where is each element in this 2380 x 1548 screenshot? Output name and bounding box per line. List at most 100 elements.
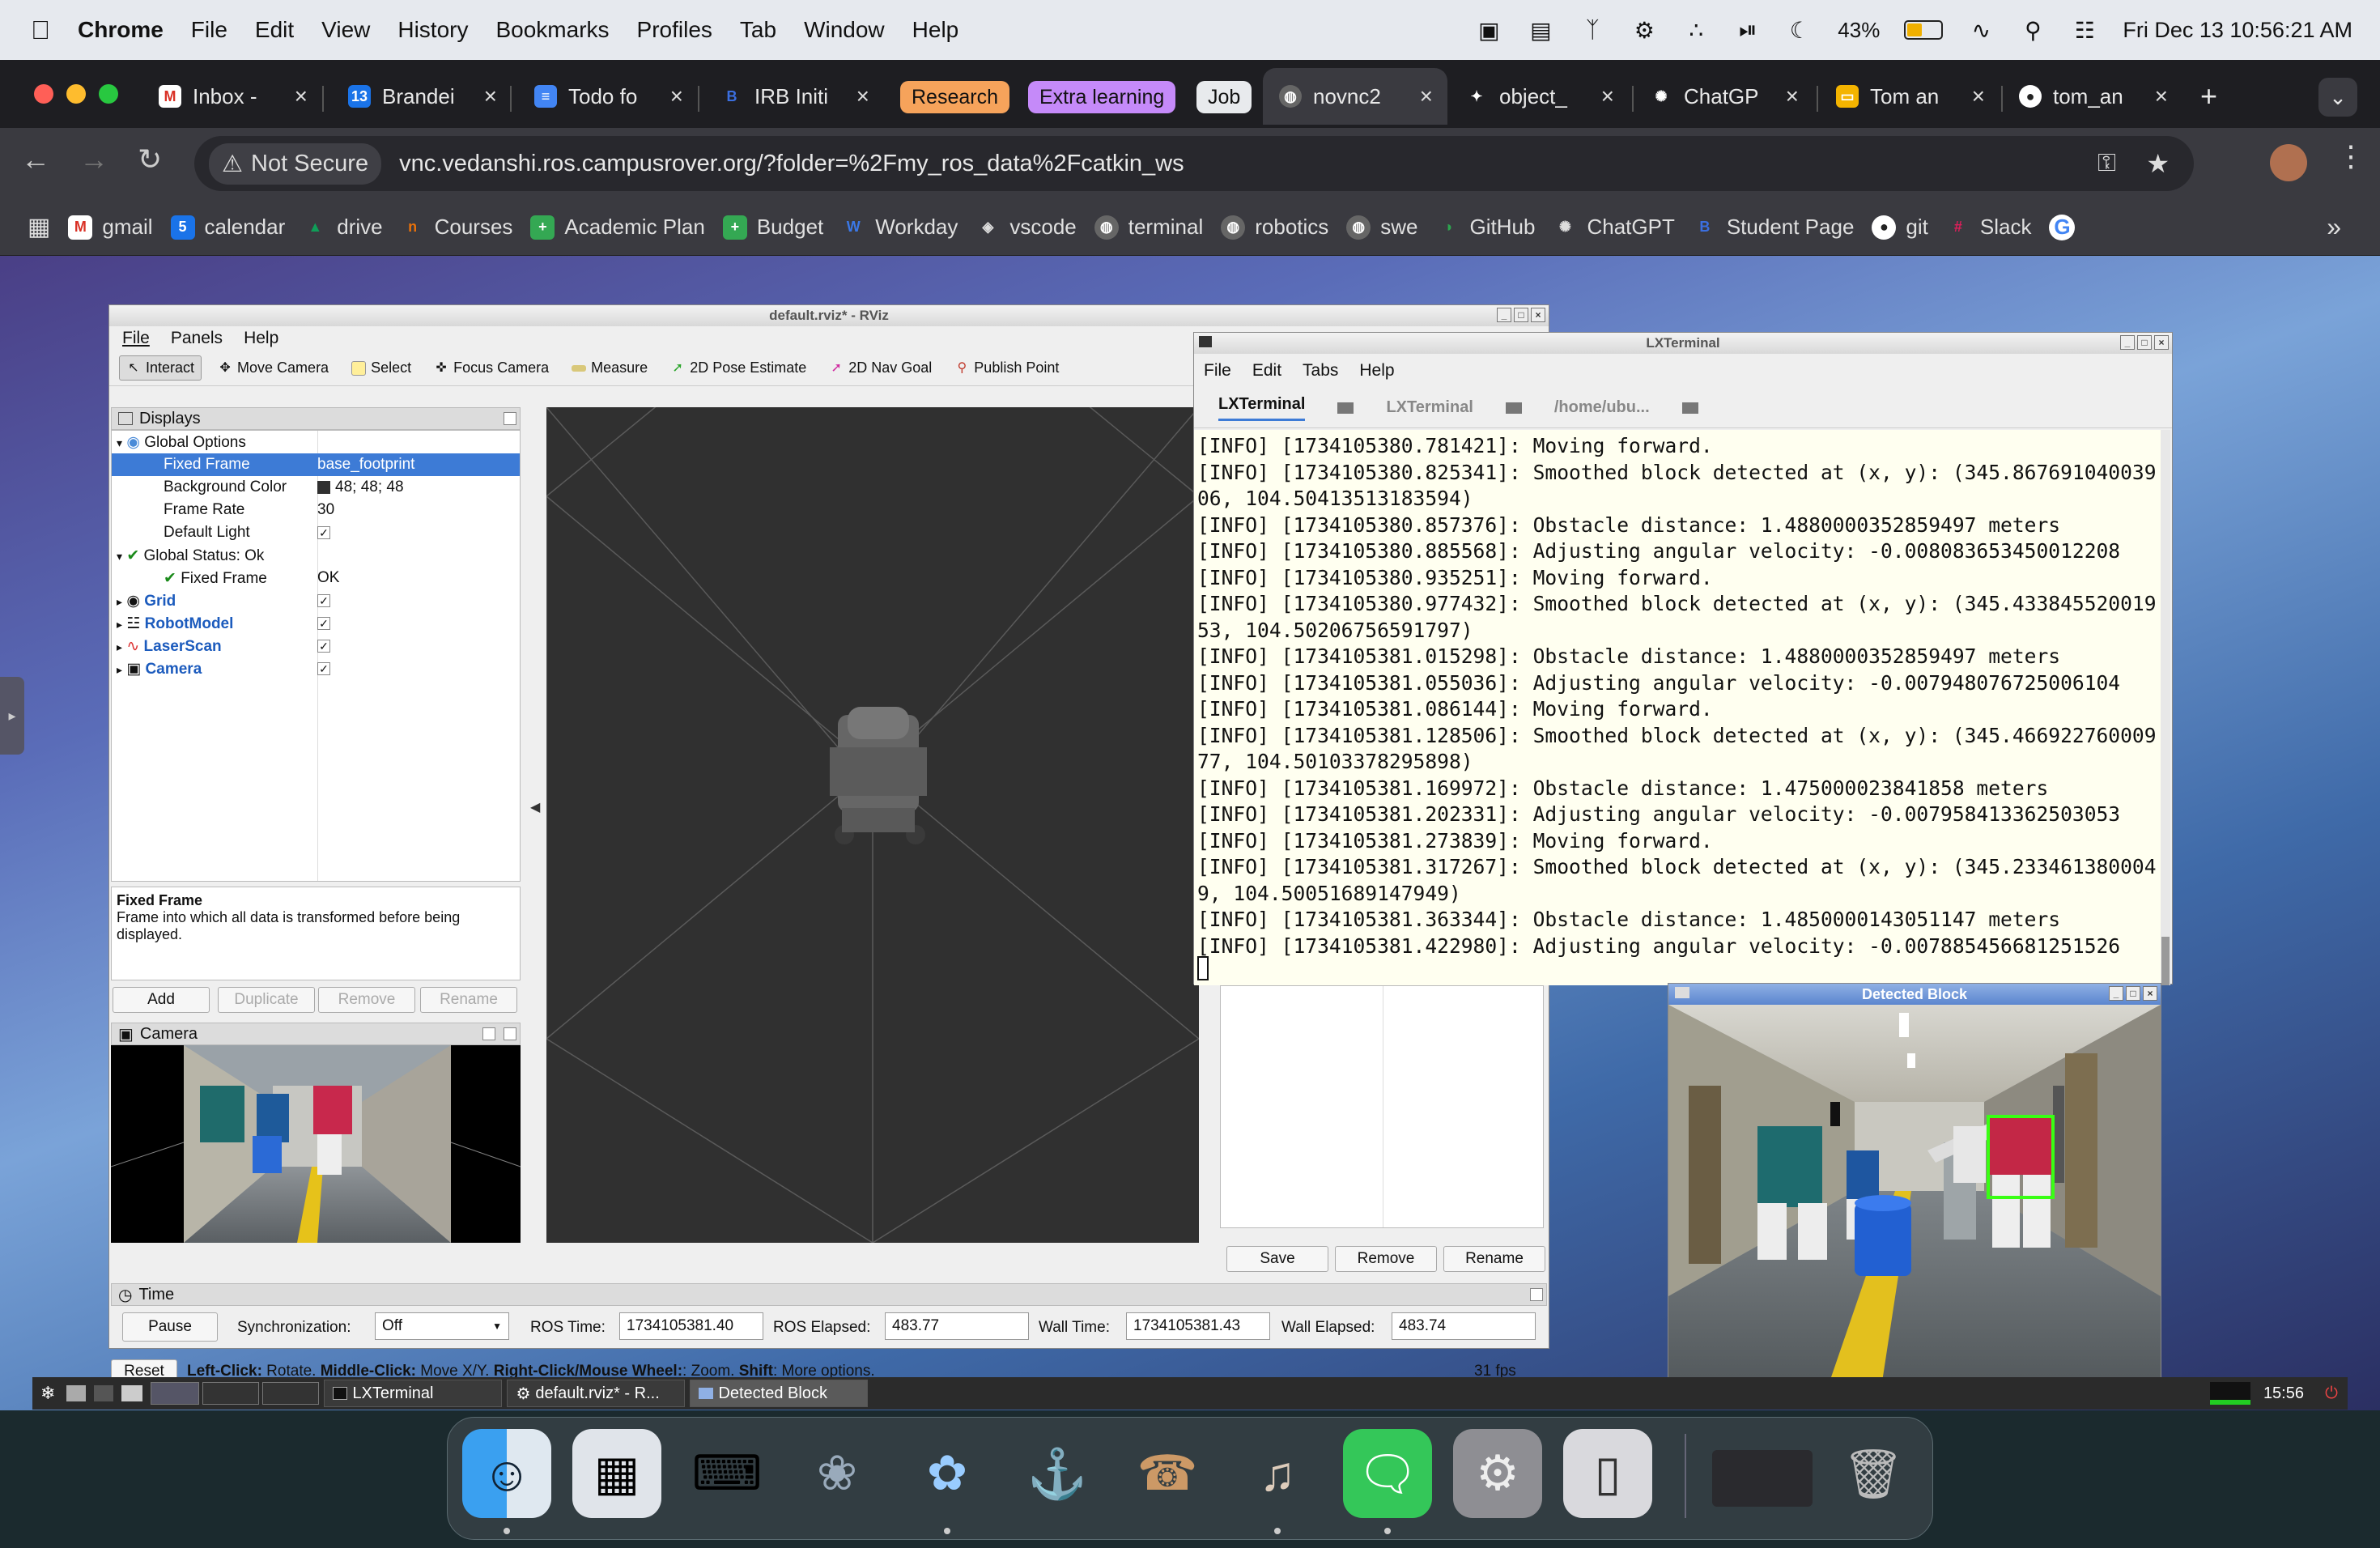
maximize-icon[interactable]: □ [2126, 986, 2140, 1001]
close-tab-icon[interactable]: × [2155, 83, 2168, 109]
play-icon[interactable]: ⏯ [1734, 17, 1762, 42]
minimize-window-button[interactable] [66, 84, 86, 104]
terminal-menu-file[interactable]: File [1204, 361, 1231, 381]
menubar-view[interactable]: View [321, 17, 370, 43]
close-tab-icon[interactable]: × [1972, 83, 1985, 109]
close-tab-icon[interactable]: × [484, 83, 497, 109]
pause-button[interactable]: Pause [122, 1312, 218, 1342]
control-center-icon[interactable]: ☷ [2071, 18, 2098, 43]
stage-manager-icon[interactable]: ▣ [1475, 18, 1502, 43]
rviz-3d-view[interactable] [546, 407, 1199, 1243]
tree-row-global-status[interactable]: ▾ ✔ Global Status: Ok [112, 544, 520, 567]
tab-todo[interactable]: ≡ Todo fo × [534, 68, 683, 125]
menubar-tab[interactable]: Tab [740, 17, 776, 43]
close-icon[interactable]: × [1531, 308, 1545, 322]
trash-icon[interactable]: 🗑 [1829, 1429, 1918, 1518]
close-icon[interactable]: × [2154, 335, 2169, 350]
tool-publish-point[interactable]: ⚲ Publish Point [948, 356, 1065, 380]
ros-elapsed-field[interactable]: 483.77 [885, 1312, 1029, 1340]
tree-row-robotmodel[interactable]: ▸ ☳ RobotModel ✓ [112, 612, 520, 635]
close-tab-icon[interactable]: × [1601, 83, 1614, 109]
close-tab-icon[interactable] [1505, 402, 1522, 414]
maximize-icon[interactable]: □ [2137, 335, 2152, 350]
tab-irb[interactable]: B IRB Initi × [720, 68, 870, 125]
bookmark-calendar[interactable]: 5 calendar [170, 215, 285, 240]
terminal-output[interactable]: [INFO] [1734105380.781421]: Moving forwa… [1194, 430, 2162, 985]
bookmark-vscode[interactable]: ◈ vscode [975, 215, 1076, 240]
tool-2d-nav-goal[interactable]: ➚ 2D Nav Goal [822, 356, 938, 380]
launchpad-icon[interactable]: ▦ [572, 1429, 661, 1518]
activity-icon[interactable]: ∴ [1682, 18, 1710, 43]
close-tab-icon[interactable]: × [1420, 83, 1433, 109]
minimize-icon[interactable]: _ [2109, 986, 2123, 1001]
address-bar[interactable]: ⚠ Not Secure vnc.vedanshi.ros.campusrove… [194, 136, 2194, 191]
collapse-arrow-icon[interactable]: ▸ [117, 663, 122, 676]
not-secure-badge[interactable]: ⚠ Not Secure [209, 142, 382, 185]
tree-row-status-fixed-frame[interactable]: ✔ Fixed Frame OK [112, 567, 520, 589]
minimize-icon[interactable]: _ [2120, 335, 2135, 350]
tab-group-research[interactable]: Research [900, 81, 1009, 113]
system-settings-icon[interactable]: ⚙ [1453, 1429, 1542, 1518]
wall-time-field[interactable]: 1734105381.43 [1126, 1312, 1270, 1340]
lxterminal-window[interactable]: LXTerminal _ □ × File Edit Tabs Help LXTer… [1193, 332, 2173, 985]
tree-row-global-options[interactable]: ▾ ◉ Global Options [112, 431, 520, 453]
panel-clock[interactable]: 15:56 [2263, 1384, 2304, 1403]
bookmark-gmail[interactable]: Mgmail [68, 215, 153, 240]
panel-close-button[interactable] [504, 1027, 516, 1040]
apps-grid-icon[interactable]: ▦ [28, 213, 50, 241]
tree-row-default-light[interactable]: Default Light ✓ [112, 521, 520, 544]
tab-novnc2[interactable]: ◍ novnc2 × [1263, 68, 1447, 125]
ros-time-field[interactable]: 1734105381.40 [619, 1312, 763, 1340]
bookmark-github[interactable]: ◑ GitHub [1436, 215, 1535, 240]
terminal-menu-help[interactable]: Help [1359, 361, 1394, 381]
typewriter-icon[interactable]: ⌨ [682, 1429, 771, 1518]
bluetooth-icon[interactable]: ᛉ [1579, 17, 1606, 42]
rviz-menu-file[interactable]: File [122, 329, 150, 348]
task-rviz[interactable]: ⚙ default.rviz* - R... [507, 1380, 686, 1407]
tab-object[interactable]: ✦ object_ × [1465, 68, 1614, 125]
remove-display-button[interactable]: Remove [318, 987, 415, 1013]
finder-icon[interactable]: ☺ [462, 1429, 551, 1518]
terminal-tab-3[interactable]: /home/ubu... [1554, 398, 1650, 417]
task-detected-block[interactable]: Detected Block [690, 1380, 869, 1407]
tool-interact[interactable]: ↖ Interact [119, 355, 202, 381]
color-swatch[interactable] [317, 480, 330, 494]
close-tab-icon[interactable]: × [670, 83, 683, 109]
bookmark-workday[interactable]: W Workday [841, 215, 958, 240]
panel-float-button[interactable] [504, 412, 516, 425]
file-manager-icon[interactable] [66, 1385, 87, 1401]
default-light-checkbox[interactable]: ✓ [317, 526, 330, 539]
workspace-pager[interactable] [151, 1382, 200, 1405]
remove-view-button[interactable]: Remove [1335, 1246, 1437, 1272]
tab-github[interactable]: ● tom_an × [2019, 68, 2168, 125]
display-icon[interactable]: ▤ [1527, 18, 1554, 43]
rviz-menu-help[interactable]: Help [244, 329, 278, 348]
tab-group-extra-learning[interactable]: Extra learning [1028, 81, 1176, 113]
forward-icon[interactable]: → [79, 142, 108, 176]
close-icon[interactable]: × [2143, 986, 2157, 1001]
displays-tree[interactable]: ▾ ◉ Global Options Fixed Frame base_foot… [111, 430, 521, 882]
search-icon[interactable]: ⚲ [2019, 18, 2046, 43]
menubar-file[interactable]: File [191, 17, 227, 43]
terminal-tab-2[interactable]: LXTerminal [1386, 398, 1473, 417]
messages-icon[interactable]: 🗨 [1343, 1429, 1432, 1518]
menubar-profiles[interactable]: Profiles [637, 17, 712, 43]
tree-row-camera[interactable]: ▸ ▣ Camera ✓ [112, 657, 520, 680]
window-switch-icon[interactable] [121, 1385, 143, 1401]
menubar-edit[interactable]: Edit [255, 17, 294, 43]
telephone-icon[interactable]: ☎ [1123, 1429, 1212, 1518]
terminal-menu-edit[interactable]: Edit [1252, 361, 1281, 381]
frame-rate-value[interactable]: 30 [317, 501, 334, 519]
workspace-pager-3[interactable] [262, 1382, 320, 1405]
bookmark-budget[interactable]: + Budget [722, 215, 823, 240]
close-tab-icon[interactable]: × [295, 83, 308, 109]
background-color-value[interactable]: 48; 48; 48 [335, 478, 404, 495]
save-view-button[interactable]: Save [1226, 1246, 1328, 1272]
panel-float-button[interactable] [482, 1027, 495, 1040]
menubar-help[interactable]: Help [912, 17, 959, 43]
sync-select[interactable]: Off ▼ [375, 1312, 509, 1340]
maximize-icon[interactable]: □ [1514, 308, 1528, 322]
google-icon[interactable]: G [2049, 214, 2076, 240]
tool-measure[interactable]: Measure [565, 356, 654, 380]
battery-icon[interactable] [1904, 20, 1944, 40]
